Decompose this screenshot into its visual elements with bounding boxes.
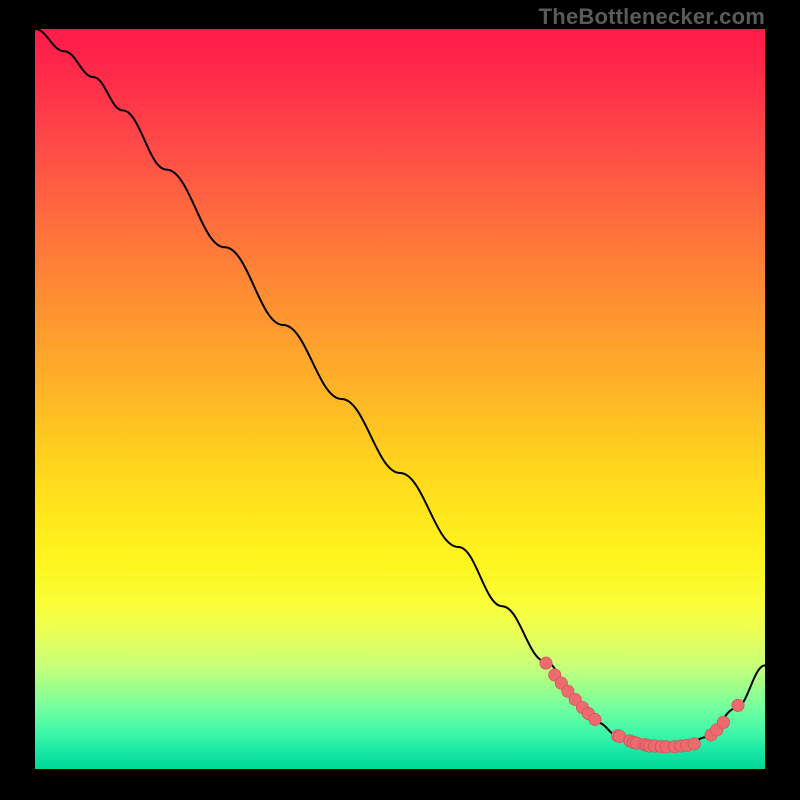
- data-marker: [589, 713, 601, 725]
- data-marker: [540, 657, 552, 669]
- marker-group: [540, 657, 744, 753]
- data-marker: [688, 738, 700, 750]
- data-marker: [717, 716, 729, 728]
- data-marker: [732, 699, 744, 711]
- chart-frame: TheBottlenecker.com: [0, 0, 800, 800]
- chart-overlay: [0, 0, 800, 800]
- bottleneck-curve: [35, 29, 765, 747]
